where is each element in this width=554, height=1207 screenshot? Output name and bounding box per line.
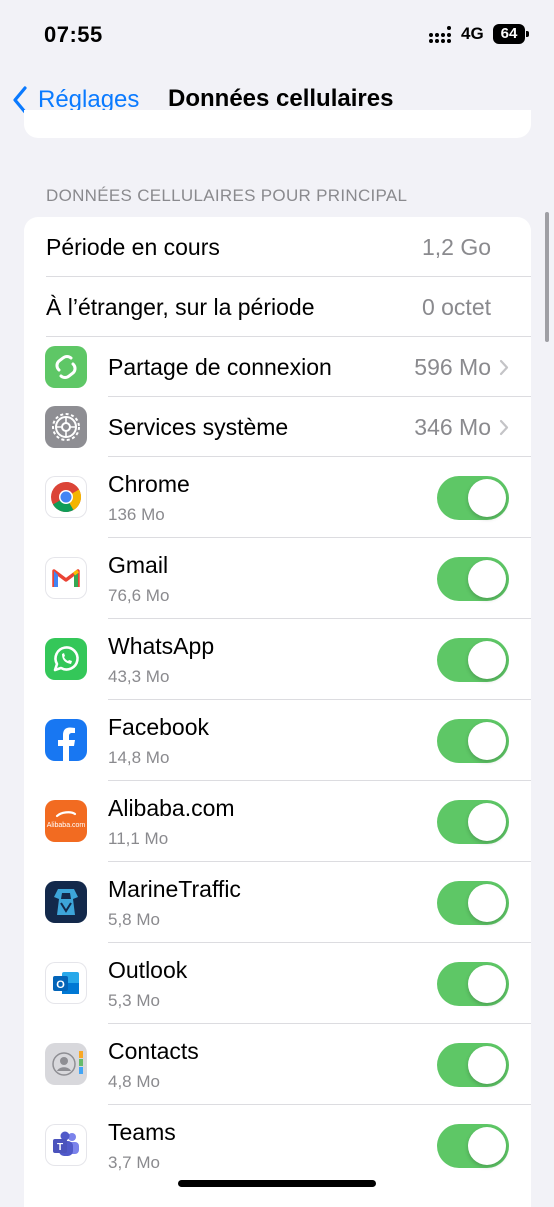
app-name: MarineTraffic xyxy=(108,876,241,902)
gmail-icon xyxy=(45,557,87,599)
toggle-knob xyxy=(468,1127,506,1165)
network-type: 4G xyxy=(461,24,484,43)
row-value: 0 octet xyxy=(421,294,491,320)
row-value: 346 Mo xyxy=(414,414,491,440)
app-row-marinetraffic: MarineTraffic 5,8 Mo xyxy=(24,862,531,943)
outlook-cellular-toggle[interactable] xyxy=(437,962,509,1006)
row-value: 1,2 Go xyxy=(421,234,491,260)
app-name: Gmail xyxy=(108,552,169,578)
contacts-cellular-toggle[interactable] xyxy=(437,1043,509,1087)
marinetraffic-icon xyxy=(45,881,87,923)
row-value: 596 Mo xyxy=(414,354,491,380)
app-row-facebook: Facebook 14,8 Mo xyxy=(24,700,531,781)
gmail-cellular-toggle[interactable] xyxy=(437,557,509,601)
app-name: Outlook xyxy=(108,957,188,983)
hotspot-icon xyxy=(45,346,87,388)
chevron-right-icon xyxy=(499,419,509,436)
outlook-logo-letter: O xyxy=(56,979,65,991)
toggle-knob xyxy=(468,965,506,1003)
app-row-whatsapp: WhatsApp 43,3 Mo xyxy=(24,619,531,700)
whatsapp-icon xyxy=(45,638,87,680)
teams-cellular-toggle[interactable] xyxy=(437,1124,509,1168)
home-indicator[interactable] xyxy=(178,1180,376,1187)
battery-icon: 64 xyxy=(493,24,529,44)
app-usage: 14,8 Mo xyxy=(108,748,170,767)
app-name: WhatsApp xyxy=(108,633,215,659)
cellular-signal-icon xyxy=(429,26,451,44)
chrome-cellular-toggle[interactable] xyxy=(437,476,509,520)
app-row-contacts: Contacts 4,8 Mo xyxy=(24,1024,531,1105)
row-label: Services système xyxy=(108,414,289,440)
app-row-outlook: O Outlook 5,3 Mo xyxy=(24,943,531,1024)
app-usage: 136 Mo xyxy=(108,505,165,524)
toggle-knob xyxy=(468,884,506,922)
toggle-knob xyxy=(468,1046,506,1084)
status-time: 07:55 xyxy=(44,22,103,47)
chevron-right-icon xyxy=(499,359,509,376)
alibaba-cellular-toggle[interactable] xyxy=(437,800,509,844)
alibaba-icon: Alibaba.com xyxy=(45,800,87,842)
app-name: Chrome xyxy=(108,471,190,497)
teams-icon: T xyxy=(45,1124,87,1166)
gear-icon xyxy=(45,406,87,448)
row-label: À l’étranger, sur la période xyxy=(46,294,315,320)
app-row-chrome: Chrome 136 Mo xyxy=(24,457,531,538)
row-label: Partage de connexion xyxy=(108,354,332,380)
teams-logo-letter: T xyxy=(57,1142,63,1153)
app-usage: 5,8 Mo xyxy=(108,910,160,929)
app-name: Contacts xyxy=(108,1038,199,1064)
previous-section-card xyxy=(24,110,531,138)
outlook-icon: O xyxy=(45,962,87,1004)
scroll-indicator[interactable] xyxy=(545,212,549,342)
app-usage: 5,3 Mo xyxy=(108,991,160,1010)
app-name: Facebook xyxy=(108,714,210,740)
toggle-knob xyxy=(468,722,506,760)
summary-row-roaming: À l’étranger, sur la période 0 octet xyxy=(24,277,531,337)
toggle-knob xyxy=(468,479,506,517)
facebook-cellular-toggle[interactable] xyxy=(437,719,509,763)
contacts-icon xyxy=(45,1043,87,1085)
app-row-alibaba: Alibaba.com Alibaba.com 11,1 Mo xyxy=(24,781,531,862)
row-label: Période en cours xyxy=(46,234,220,260)
status-bar: 07:55 4G 64 xyxy=(0,0,554,70)
page-title: Données cellulaires xyxy=(168,85,394,112)
system-services-row[interactable]: Services système 346 Mo xyxy=(24,397,531,457)
app-row-gmail: Gmail 76,6 Mo xyxy=(24,538,531,619)
summary-row-current-period: Période en cours 1,2 Go xyxy=(24,217,531,277)
app-usage: 4,8 Mo xyxy=(108,1072,160,1091)
app-usage: 11,1 Mo xyxy=(108,829,169,848)
toggle-knob xyxy=(468,641,506,679)
cellular-data-list: Période en cours 1,2 Go À l’étranger, su… xyxy=(24,217,531,1207)
app-row-teams: T Teams 3,7 Mo xyxy=(24,1105,531,1186)
toggle-knob xyxy=(468,560,506,598)
section-header: DONNÉES CELLULAIRES POUR PRINCIPAL xyxy=(46,186,408,205)
facebook-icon xyxy=(45,719,87,761)
whatsapp-cellular-toggle[interactable] xyxy=(437,638,509,682)
toggle-knob xyxy=(468,803,506,841)
personal-hotspot-row[interactable]: Partage de connexion 596 Mo xyxy=(24,337,531,397)
marinetraffic-cellular-toggle[interactable] xyxy=(437,881,509,925)
app-name: Teams xyxy=(108,1119,176,1145)
app-usage: 76,6 Mo xyxy=(108,586,170,605)
app-usage: 43,3 Mo xyxy=(108,667,170,686)
app-name: Alibaba.com xyxy=(108,795,235,821)
chrome-icon xyxy=(45,476,87,518)
alibaba-logo-text: Alibaba.com xyxy=(47,822,86,829)
app-usage: 3,7 Mo xyxy=(108,1153,160,1172)
